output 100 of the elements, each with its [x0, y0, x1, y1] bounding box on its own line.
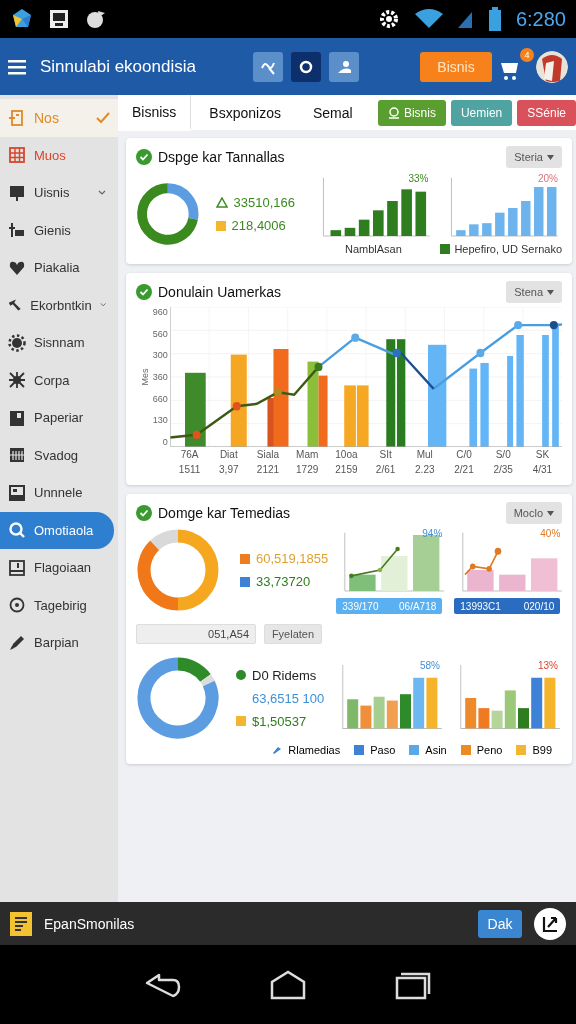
sidebar-item[interactable]: Barpian	[0, 624, 114, 662]
monitor-icon	[8, 183, 26, 202]
chart-caption: NamblAsan	[344, 243, 402, 255]
bar	[373, 696, 385, 729]
dropdown[interactable]: Steria	[506, 146, 562, 168]
sidebar-item[interactable]: Gienis	[0, 211, 114, 249]
filter-chip[interactable]: SSénie	[517, 99, 576, 126]
notification-badge: 4	[520, 47, 534, 62]
axis-tick-label: 130	[151, 415, 168, 426]
sidebar-item[interactable]: Uisnis	[0, 174, 114, 212]
target-icon	[8, 596, 26, 615]
printer-icon	[8, 558, 26, 577]
bar	[426, 677, 438, 729]
bar	[518, 708, 529, 729]
input-field[interactable]: 051,A54	[136, 624, 256, 644]
bar	[344, 385, 356, 447]
share-icon	[541, 914, 559, 933]
legend-value: D0 Ridems	[252, 667, 317, 683]
bar	[359, 219, 370, 236]
axis-tick-label: 360	[151, 371, 168, 382]
axis-tick-label: 2/21	[454, 463, 474, 477]
axis-tick-label: Mul	[416, 448, 433, 462]
legend-label: Rlamedias	[288, 744, 341, 756]
avatar[interactable]	[536, 50, 568, 83]
sidebar-item[interactable]: Piakalia	[0, 249, 114, 287]
dropdown[interactable]: Stena	[506, 281, 562, 303]
trend-line	[349, 546, 401, 579]
check-icon	[96, 111, 110, 124]
status-time: 6:280	[515, 7, 566, 31]
toolbar-button[interactable]	[253, 51, 283, 82]
chart-value: 13%	[538, 660, 558, 671]
check-circle-icon	[136, 149, 152, 165]
data-point	[273, 388, 282, 397]
gear-icon	[8, 333, 26, 352]
grid-icon	[8, 146, 26, 165]
search-icon	[8, 521, 26, 540]
axis-tick-label: 960	[151, 307, 168, 317]
legend-label: Asin	[425, 744, 447, 756]
dropdown[interactable]: Moclo	[505, 502, 562, 524]
sidebar-item[interactable]: Corpa	[0, 361, 114, 399]
sidebar-item[interactable]: Unnnele	[0, 474, 114, 512]
bar	[469, 224, 479, 236]
document-icon	[8, 108, 26, 127]
trend-line	[464, 547, 502, 576]
chart-value: 33%	[408, 173, 429, 184]
bar	[373, 210, 384, 236]
summary-value: 13993C1	[460, 600, 501, 612]
sidebar-item[interactable]: Flagoiaan	[0, 549, 114, 587]
chart-value: 20%	[538, 173, 558, 184]
legend-label: Hepefiro, UD Sernako	[454, 243, 562, 255]
settings-icon	[377, 8, 400, 30]
chart-value: 94%	[422, 528, 443, 539]
wifi-icon	[413, 8, 444, 30]
card-title: Dspge kar Tannallas	[158, 149, 286, 165]
bar	[547, 187, 557, 236]
legend-label: B99	[532, 744, 552, 756]
window-icon	[8, 483, 26, 502]
sidebar-item[interactable]: Ekorbntkin	[0, 286, 114, 324]
chevron-down-icon[interactable]	[99, 302, 106, 309]
chevron-down-icon[interactable]	[98, 189, 106, 196]
primary-button[interactable]: Dak	[478, 909, 522, 938]
menu-icon[interactable]	[8, 58, 26, 75]
bar	[356, 385, 369, 447]
axis-tick-label: 3,97	[219, 463, 239, 477]
axis-tick-label: 2.23	[415, 463, 435, 477]
sidebar-item[interactable]: Tagebirig	[0, 586, 114, 624]
sidebar-item[interactable]: Sisnnam	[0, 324, 114, 362]
caret-icon	[547, 154, 554, 160]
share-button[interactable]	[534, 907, 566, 940]
tab[interactable]: Bisniss	[118, 95, 192, 130]
axis-tick-label: 4/31	[532, 463, 553, 477]
bar	[456, 230, 466, 236]
check-circle-icon	[136, 505, 152, 521]
home-icon[interactable]	[270, 969, 306, 1000]
toolbar-button[interactable]	[291, 51, 321, 82]
secondary-button[interactable]: Fyelaten	[264, 624, 322, 644]
bar	[531, 558, 558, 591]
legend-value: 60,519,1855	[256, 551, 329, 566]
axis-tick-label: 660	[151, 393, 168, 404]
legend-label: Peno	[476, 744, 503, 756]
axis-tick-label: 560	[151, 328, 168, 339]
save-icon	[48, 8, 70, 30]
legend-label: Paso	[370, 744, 396, 756]
legend-value: 33510,166	[233, 195, 296, 210]
bar	[345, 227, 356, 236]
sidebar-item[interactable]: Svadog	[0, 436, 114, 474]
axis-tick-label: 300	[151, 350, 168, 361]
axis-tick-label: SIt	[379, 448, 392, 462]
chart-value: 58%	[420, 660, 440, 671]
card-title: Domge kar Temedias	[158, 505, 292, 521]
sidebar-item[interactable]: Omotiaola	[0, 511, 114, 549]
data-point	[476, 348, 485, 358]
sidebar-item[interactable]: Paperiar	[0, 399, 114, 437]
data-point	[351, 333, 360, 342]
axis-tick-label: Mam	[296, 448, 319, 462]
axis-tick-label: Diat	[219, 448, 238, 462]
axis-tick-label: 10oa	[335, 448, 358, 462]
bar	[413, 677, 425, 729]
battery-icon	[487, 7, 502, 31]
toolbar-button[interactable]	[329, 51, 359, 82]
